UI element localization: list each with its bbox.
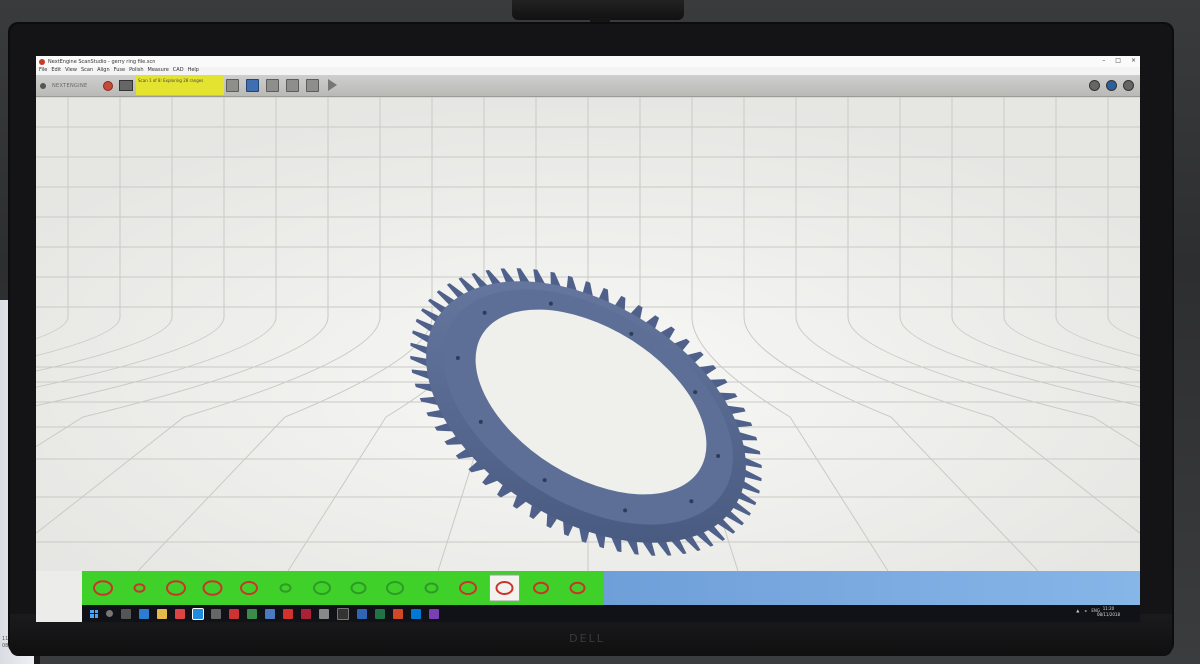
toolbar: NEXTENGINE Scan 1 of 8: Exploring 28 ran… <box>36 75 1140 97</box>
monitor-icon[interactable] <box>119 80 134 91</box>
app-icon-dark-red[interactable] <box>229 608 239 619</box>
scanstudio-taskbar-icon[interactable] <box>192 607 204 620</box>
scan-strip-panel <box>604 571 1140 605</box>
brand-label: NEXTENGINE <box>52 82 88 89</box>
windows-start-icon[interactable] <box>90 609 98 618</box>
menu-scan[interactable]: Scan <box>81 67 93 75</box>
bolt-hole <box>542 478 547 483</box>
app-icon-crimson[interactable] <box>301 608 311 619</box>
selected-scan-highlight <box>489 574 520 602</box>
scan-thumbnail[interactable] <box>93 580 113 596</box>
scan-thumbnail[interactable] <box>350 581 367 595</box>
bolt-hole <box>548 301 553 306</box>
webcam <box>512 0 684 20</box>
file-explorer-icon[interactable] <box>157 608 167 619</box>
scan-thumbnail[interactable] <box>424 582 439 594</box>
menu-file[interactable]: File <box>39 67 47 75</box>
menu-bar: File Edit View Scan Align Fuse Polish Me… <box>36 67 1140 75</box>
scan-thumbnail[interactable] <box>313 581 331 595</box>
scan-thumbnail[interactable] <box>569 581 586 595</box>
scan-status: Scan 1 of 8: Exploring 28 ranges <box>136 76 224 95</box>
scan-thumbnail[interactable] <box>166 580 186 596</box>
bolt-hole <box>455 356 460 361</box>
menu-align[interactable]: Align <box>97 67 110 75</box>
task-view-icon[interactable] <box>121 608 131 619</box>
scan-thumbnails <box>93 574 586 602</box>
menu-help[interactable]: Help <box>188 67 199 75</box>
menu-measure[interactable]: Measure <box>148 67 169 75</box>
scan-thumbnail[interactable] <box>240 581 258 595</box>
bolt-hole <box>693 390 698 395</box>
nextengine-logo-icon <box>40 82 46 89</box>
record-icon[interactable] <box>103 80 114 91</box>
dell-logo: DELL <box>569 632 605 645</box>
word-icon[interactable] <box>357 608 367 619</box>
search-icon[interactable] <box>106 610 113 617</box>
scan-thumbnail[interactable] <box>279 583 292 593</box>
app-icon-black[interactable] <box>337 607 349 620</box>
volume-icon[interactable]: ◂ <box>1084 608 1086 613</box>
title-bar: NextEngine ScanStudio - gerry ring file.… <box>36 56 1140 67</box>
viewport-canvas <box>36 97 1140 571</box>
excel-icon[interactable] <box>375 608 385 619</box>
menu-edit[interactable]: Edit <box>51 67 61 75</box>
menu-fuse[interactable]: Fuse <box>114 67 125 75</box>
taskbar-clock[interactable]: 11:20 08/11/2018 <box>1097 606 1120 618</box>
bolt-hole <box>629 331 634 336</box>
chrome-icon[interactable] <box>283 608 293 619</box>
3d-viewport[interactable] <box>36 97 1140 571</box>
outlook-icon[interactable] <box>411 608 421 619</box>
app-icon-blue[interactable] <box>265 608 275 619</box>
powerpoint-icon[interactable] <box>393 608 403 619</box>
app-icon-light[interactable] <box>319 608 329 619</box>
scan-thumbnail[interactable] <box>533 581 549 595</box>
scan-thumbnail[interactable] <box>202 580 223 596</box>
app-icon-grey[interactable] <box>211 608 221 619</box>
window-title: NextEngine ScanStudio - gerry ring file.… <box>48 58 156 65</box>
camera-icon[interactable] <box>226 79 239 92</box>
bolt-hole <box>482 310 487 315</box>
scan-thumbnail[interactable] <box>459 581 477 595</box>
scan-icon[interactable] <box>246 79 259 92</box>
align-icon[interactable] <box>266 79 279 92</box>
minimize-button[interactable]: – <box>1102 57 1105 64</box>
maximize-button[interactable]: □ <box>1115 57 1121 64</box>
bolt-hole <box>623 508 628 513</box>
windows-taskbar: ▲ ◂ ENG 11:20 08/11/2018 <box>82 605 1140 622</box>
toolbar-right <box>1089 80 1134 91</box>
menu-cad[interactable]: CAD <box>173 67 184 75</box>
network-icon[interactable]: ▲ <box>1076 608 1079 613</box>
trim-icon[interactable] <box>286 79 299 92</box>
app-icon-green[interactable] <box>247 608 257 619</box>
screen: NextEngine ScanStudio - gerry ring file.… <box>36 56 1140 622</box>
window-controls: – □ × <box>1102 57 1136 64</box>
menu-polish[interactable]: Polish <box>129 67 143 75</box>
close-circle-icon[interactable] <box>1123 80 1134 91</box>
app-icon <box>39 58 45 65</box>
help-icon[interactable] <box>1106 80 1117 91</box>
settings-icon[interactable] <box>1089 80 1100 91</box>
bolt-hole <box>478 419 483 424</box>
bolt-hole <box>689 499 694 504</box>
bolt-hole <box>716 453 721 458</box>
scan-thumbnail[interactable] <box>133 583 146 593</box>
fuse-icon[interactable] <box>306 79 319 92</box>
app-icon-red[interactable] <box>175 608 185 619</box>
app-icon-purple[interactable] <box>429 608 439 619</box>
toolbar-left: NEXTENGINE <box>40 80 134 91</box>
menu-view[interactable]: View <box>65 67 77 75</box>
scan-thumbnail[interactable] <box>386 581 404 595</box>
scan-thumbnail-strip <box>82 571 604 605</box>
play-icon[interactable] <box>328 79 337 91</box>
taskbar-date: 08/11/2018 <box>1096 612 1120 617</box>
close-button[interactable]: × <box>1131 57 1136 64</box>
toolbar-tools <box>226 79 337 92</box>
edge-icon[interactable] <box>139 608 149 619</box>
